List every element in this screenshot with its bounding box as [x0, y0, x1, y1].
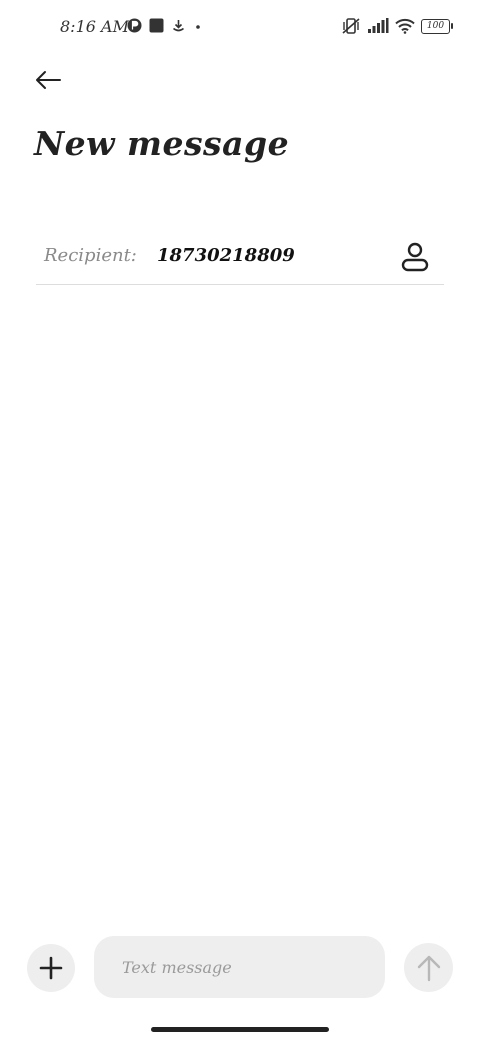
battery-icon: 100 — [421, 18, 453, 34]
page-title: New message — [34, 124, 290, 163]
more-notifications-dot-icon — [196, 25, 200, 29]
recipient-label: Recipient: — [44, 245, 137, 266]
wifi-icon — [395, 18, 415, 34]
add-attachment-button[interactable] — [27, 944, 75, 992]
message-input[interactable] — [94, 936, 385, 998]
person-icon — [401, 242, 429, 272]
send-button[interactable] — [404, 943, 453, 992]
plus-icon — [39, 956, 63, 980]
vibrate-mute-icon — [342, 18, 360, 34]
battery-level: 100 — [426, 20, 445, 31]
app-notification-icon — [127, 18, 142, 33]
status-system-icons: 100 — [341, 17, 453, 35]
arrow-up-icon — [417, 955, 440, 981]
back-button[interactable] — [28, 60, 68, 100]
arrow-left-icon — [36, 71, 61, 89]
home-indicator[interactable] — [151, 1027, 329, 1032]
signal-strength-icon — [368, 18, 389, 33]
message-input-container — [94, 936, 385, 998]
status-bar: 8:16 AM 100 — [0, 0, 480, 56]
square-notification-icon — [149, 18, 164, 33]
status-notification-icons — [127, 18, 203, 33]
recipient-number[interactable]: 18730218809 — [157, 245, 295, 266]
recipient-field[interactable]: Recipient: 18730218809 — [36, 232, 444, 285]
status-time: 8:16 AM — [60, 17, 129, 36]
download-icon — [173, 20, 184, 32]
contacts-button[interactable] — [398, 240, 432, 274]
